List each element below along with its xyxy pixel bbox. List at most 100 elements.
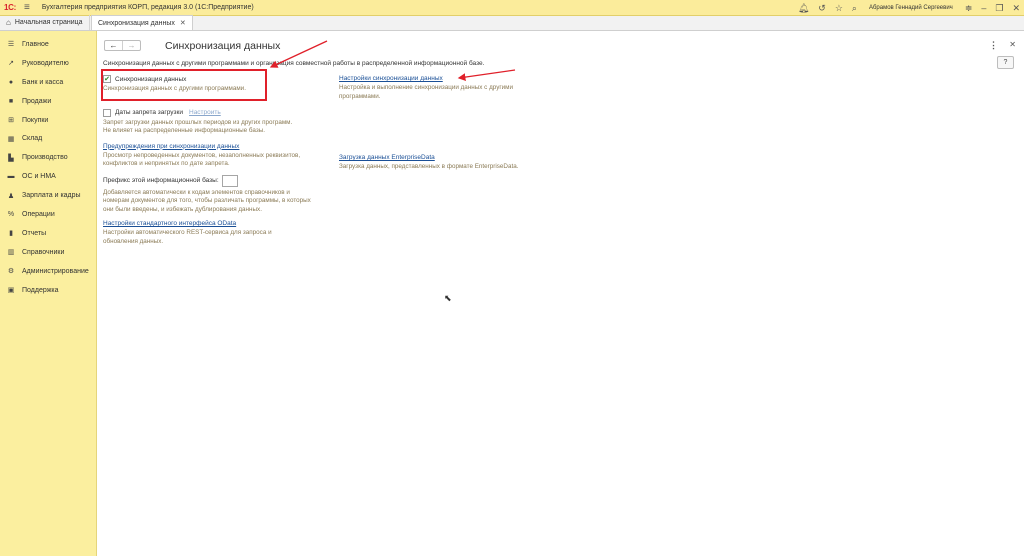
cart-icon: ⊞ bbox=[8, 117, 14, 124]
sidebar-item-label: Главное bbox=[22, 40, 49, 48]
prefix-desc-line: номерам документов для того, чтобы разли… bbox=[103, 197, 311, 204]
sync-checkbox[interactable]: ✔ bbox=[103, 75, 111, 83]
gear-icon: ⚙ bbox=[7, 268, 15, 276]
ban-dates-checkbox[interactable] bbox=[103, 108, 111, 117]
sidebar-item-purchases[interactable]: ⊞ Покупки bbox=[0, 111, 96, 130]
sidebar-item-main[interactable]: ☰ Главное bbox=[0, 35, 96, 54]
sidebar-item-salary[interactable]: ♟ Зарплата и кадры bbox=[0, 186, 96, 205]
restore-icon[interactable]: ❐ bbox=[995, 3, 1003, 13]
sidebar-item-reports[interactable]: ▮ Отчеты bbox=[0, 224, 96, 243]
percent-icon: % bbox=[7, 210, 15, 218]
support-icon: ▣ bbox=[7, 287, 15, 295]
ban-dates-desc: Запрет загрузки данных прошлых периодов … bbox=[103, 119, 333, 136]
tab-sync[interactable]: Синхронизация данных ✕ bbox=[91, 15, 193, 30]
history-icon[interactable]: ↺ bbox=[818, 3, 826, 13]
sidebar-item-production[interactable]: ▙ Производство bbox=[0, 148, 96, 167]
main-panel: ← → Синхронизация данных ⋮ ✕ ? Синхрониз… bbox=[97, 31, 1024, 556]
search-icon[interactable]: ⌕ bbox=[852, 3, 857, 13]
sync-desc: Синхронизация данных с другими программа… bbox=[103, 85, 246, 92]
settings-menu-icon[interactable]: ≑ bbox=[965, 3, 973, 13]
trend-icon: ↗ bbox=[8, 60, 14, 68]
enterprise-data-link[interactable]: Загрузка данных EnterpriseData bbox=[339, 154, 569, 161]
tab-bar: ⌂ Начальная страница Синхронизация данны… bbox=[0, 15, 1024, 31]
sidebar: ☰ Главное ↗ Руководителю ● Банк и касса ■ Пр… bbox=[0, 31, 97, 556]
sync-settings-desc-line: Настройка и выполнение синхронизации дан… bbox=[339, 84, 513, 91]
sidebar-item-label: Продажи bbox=[22, 97, 52, 105]
bell-icon[interactable]: 🔔︎ bbox=[798, 3, 809, 13]
close-form-icon[interactable]: ✕ bbox=[1009, 40, 1016, 49]
prefix-input[interactable] bbox=[221, 174, 238, 187]
truck-icon: ▬ bbox=[7, 173, 15, 181]
sync-settings-link[interactable]: Настройки синхронизации данных bbox=[339, 75, 569, 82]
odata-desc-line: Настройки автоматического REST-сервиса д… bbox=[103, 229, 272, 236]
sidebar-item-operations[interactable]: % Операции bbox=[0, 205, 96, 224]
star-icon[interactable]: ☆ bbox=[835, 3, 843, 13]
mouse-cursor-icon: ⬉ bbox=[444, 293, 452, 303]
sidebar-item-warehouse[interactable]: ▦ Склад bbox=[0, 129, 96, 148]
page-title: Синхронизация данных bbox=[165, 40, 281, 52]
minimize-icon[interactable]: – bbox=[981, 3, 986, 13]
prefix-desc: Добавляется автоматически к кодам элемен… bbox=[103, 189, 333, 215]
coins-icon: ● bbox=[8, 78, 14, 86]
close-icon[interactable]: ✕ bbox=[1012, 3, 1020, 13]
sidebar-item-label: Руководителю bbox=[22, 59, 69, 67]
back-arrow-icon[interactable]: ← bbox=[105, 41, 123, 50]
home-icon: ⌂ bbox=[6, 18, 11, 27]
sidebar-item-label: Поддержка bbox=[22, 286, 59, 294]
warnings-desc: Просмотр непроведенных документов, незап… bbox=[103, 152, 333, 169]
sidebar-item-label: Зарплата и кадры bbox=[22, 192, 81, 200]
sidebar-item-label: Операции bbox=[22, 210, 55, 218]
ban-dates-row[interactable]: Даты запрета загрузки Настроить bbox=[103, 108, 333, 117]
nav-buttons: ← → bbox=[104, 40, 141, 51]
sidebar-item-support[interactable]: ▣ Поддержка bbox=[0, 281, 96, 300]
sidebar-item-label: Покупки bbox=[22, 116, 49, 124]
tab-home[interactable]: ⌂ Начальная страница bbox=[0, 15, 90, 30]
menu-icon: ☰ bbox=[7, 41, 15, 49]
more-actions-icon[interactable]: ⋮ bbox=[989, 40, 998, 51]
warehouse-icon: ▦ bbox=[7, 135, 15, 143]
left-column: ✔ Синхронизация данных Синхронизация дан… bbox=[103, 75, 333, 246]
sidebar-item-label: Справочники bbox=[22, 248, 65, 256]
odata-desc: Настройки автоматического REST-сервиса д… bbox=[103, 229, 333, 246]
title-bar-tools: 🔔︎ ↺ ☆ ⌕ Абрамов Геннадий Сергеевич ≑ – … bbox=[798, 0, 1020, 16]
sync-checkbox-label: Синхронизация данных bbox=[115, 75, 187, 83]
person-icon: ♟ bbox=[7, 192, 15, 200]
forward-arrow-icon[interactable]: → bbox=[123, 41, 140, 50]
ban-dates-desc-line: Не влияет на распределенные информационн… bbox=[103, 127, 265, 134]
sidebar-item-assets[interactable]: ▬ ОС и НМА bbox=[0, 167, 96, 186]
tab-sync-label: Синхронизация данных bbox=[98, 19, 175, 27]
bag-icon: ■ bbox=[8, 97, 14, 105]
prefix-label: Префикс этой информационной базы: bbox=[103, 177, 219, 184]
sidebar-item-admin[interactable]: ⚙ Администрирование bbox=[0, 262, 96, 281]
ban-dates-label: Даты запрета загрузки bbox=[115, 109, 183, 116]
odata-link[interactable]: Настройки стандартного интерфейса OData bbox=[103, 220, 333, 227]
sync-checkbox-row[interactable]: ✔ Синхронизация данных bbox=[103, 75, 333, 83]
tab-home-label: Начальная страница bbox=[14, 19, 83, 26]
ban-dates-desc-line: Запрет загрузки данных прошлых периодов … bbox=[103, 118, 293, 126]
sidebar-item-label: Склад bbox=[22, 135, 43, 143]
sidebar-item-label: Банк и касса bbox=[22, 78, 64, 86]
app-title: Бухгалтерия предприятия КОРП, редакция 3… bbox=[41, 4, 254, 11]
warnings-link[interactable]: Предупреждения при синхронизации данных bbox=[103, 143, 333, 150]
prefix-desc-line: они были введены, и избежать дублировани… bbox=[103, 205, 262, 213]
sidebar-item-label: Отчеты bbox=[22, 229, 47, 237]
prefix-desc-line: Добавляется автоматически к кодам элемен… bbox=[103, 188, 290, 196]
help-button[interactable]: ? bbox=[997, 56, 1014, 69]
sidebar-item-sales[interactable]: ■ Продажи bbox=[0, 92, 96, 111]
sidebar-item-manager[interactable]: ↗ Руководителю bbox=[0, 54, 96, 73]
tab-close-icon[interactable]: ✕ bbox=[180, 19, 186, 27]
hamburger-menu-icon[interactable]: ≡ bbox=[24, 2, 30, 13]
intro-text: Синхронизация данных с другими программа… bbox=[103, 60, 485, 67]
sidebar-item-label: ОС и НМА bbox=[22, 173, 56, 181]
warnings-desc-line: Просмотр непроведенных документов, незап… bbox=[103, 151, 301, 159]
chart-icon: ▮ bbox=[9, 230, 13, 238]
sidebar-item-catalogs[interactable]: ▥ Справочники bbox=[0, 243, 96, 262]
app-logo: 1С: bbox=[4, 3, 16, 12]
factory-icon: ▙ bbox=[8, 154, 14, 162]
ban-dates-configure-link[interactable]: Настроить bbox=[189, 109, 221, 116]
title-bar: 1С: ≡ Бухгалтерия предприятия КОРП, реда… bbox=[0, 0, 1024, 16]
sidebar-item-bank[interactable]: ● Банк и касса bbox=[0, 73, 96, 92]
user-name[interactable]: Абрамов Геннадий Сергеевич bbox=[869, 5, 953, 11]
sync-settings-desc-line: программами. bbox=[339, 92, 381, 100]
right-column: Настройки синхронизации данных Настройка… bbox=[339, 75, 569, 172]
